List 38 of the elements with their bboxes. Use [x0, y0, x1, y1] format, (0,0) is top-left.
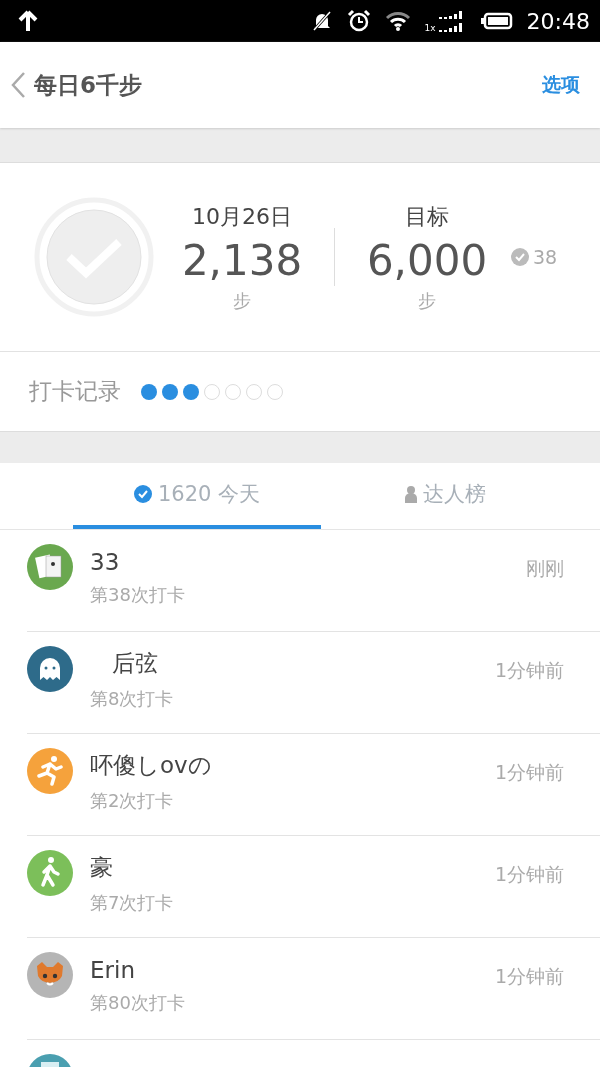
- user-name: 豪: [90, 853, 114, 882]
- checkin-number: 第2次打卡: [90, 789, 175, 813]
- goal-label: 目标: [405, 202, 449, 231]
- upload-icon: [18, 10, 38, 32]
- tab[interactable]: 1620 今天: [73, 463, 321, 529]
- user-name: 33: [90, 548, 121, 575]
- wifi-icon: [384, 11, 411, 31]
- unit-label: 步: [233, 288, 251, 313]
- time-label: 刚刚: [526, 556, 564, 581]
- muted-bell-icon: [310, 10, 333, 32]
- checkin-number: 第38次打卡: [90, 582, 186, 607]
- checkin-count: 38: [533, 246, 558, 268]
- page-title: 每日6千步: [34, 70, 142, 100]
- clock-time: 20:48: [526, 8, 590, 34]
- alarm-icon: [346, 9, 371, 33]
- time-label: 1分钟前: [494, 760, 564, 785]
- check-icon: [133, 485, 152, 503]
- time-label: 1分钟前: [494, 964, 564, 989]
- goal-count: 6,000: [366, 235, 488, 285]
- date-label: 10月26日: [192, 202, 292, 231]
- step-count: 2,138: [181, 235, 303, 285]
- check-icon: [511, 248, 529, 266]
- back-icon[interactable]: [10, 71, 26, 99]
- options-button[interactable]: 选项: [542, 72, 580, 98]
- network-label: 1x: [424, 23, 436, 33]
- battery-icon: [480, 12, 513, 30]
- user-name: 吥傻しovの: [90, 751, 213, 780]
- time-label: 1分钟前: [494, 658, 564, 683]
- unit-label: 步: [418, 288, 436, 313]
- user-name: 后弦: [110, 649, 159, 678]
- person-icon: [404, 485, 417, 503]
- checkin-number: 第80次打卡: [90, 990, 186, 1015]
- checkin-number: 第7次打卡: [90, 891, 175, 915]
- tab[interactable]: 达人榜: [321, 463, 569, 529]
- checkin-number: 第8次打卡: [90, 687, 175, 711]
- time-label: 1分钟前: [494, 862, 564, 887]
- record-label: 打卡记录: [29, 377, 121, 406]
- user-name: Erin: [90, 956, 136, 983]
